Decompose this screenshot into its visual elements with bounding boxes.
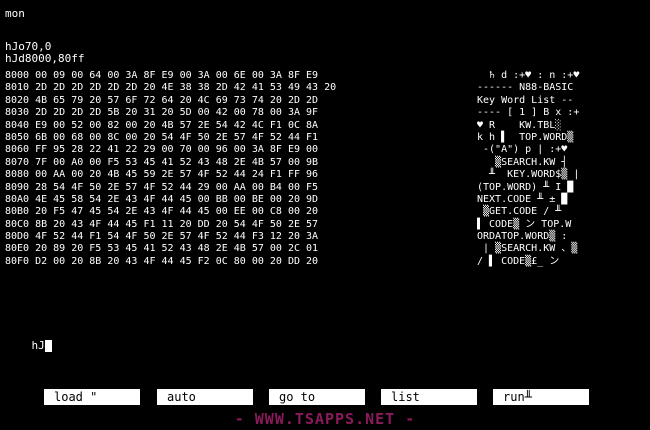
ascii-dump-row: / ▌ CODE▒£_ ン xyxy=(477,255,560,267)
hex-dump-row: 80B0 20 F5 47 45 54 2E 43 4F 44 45 00 EE… xyxy=(5,206,319,218)
prompt-line[interactable]: hJ xyxy=(5,328,52,364)
fkey-auto-button[interactable]: auto xyxy=(157,389,253,405)
ascii-dump-row: ---- [ 1 ] B x :+ xyxy=(477,107,580,119)
hex-dump-row: 8030 2D 2D 2D 2D 5B 20 31 20 5D 00 42 00… xyxy=(5,107,319,119)
hex-dump-row: 8090 28 54 4F 50 2E 57 4F 52 44 29 00 AA… xyxy=(5,181,319,193)
fkey-run-button[interactable]: run╨ xyxy=(493,389,589,405)
ascii-dump: ♄ d :+♥ : n :+♥ ------ N88-BASIC Key Word … xyxy=(477,70,607,268)
fkey-list-button[interactable]: list xyxy=(381,389,477,405)
command-mon: mon xyxy=(5,7,25,20)
fkey-load-button[interactable]: load " xyxy=(44,389,140,405)
hex-dump-row: 8020 4B 65 79 20 57 6F 72 64 20 4C 69 73… xyxy=(5,94,319,106)
hex-dump-row: 8080 00 AA 00 20 4B 45 59 2E 57 4F 52 44… xyxy=(5,169,319,181)
hex-dump-row: 8000 00 09 00 64 00 3A 8F E9 00 3A 00 6E… xyxy=(5,70,319,81)
ascii-dump-row: k h ▌ TOP.WORD▒ xyxy=(477,131,574,143)
ascii-dump-row: Key Word List -- xyxy=(477,94,574,106)
hex-dump-row: 8070 7F 00 A0 00 F5 53 45 41 52 43 48 2E… xyxy=(5,156,319,168)
hex-dump-row: 8060 FF 95 28 22 41 22 29 00 70 00 96 00… xyxy=(5,144,319,156)
fkey-goto-button[interactable]: go to xyxy=(269,389,365,405)
function-key-bar: load " auto go to list run╨ xyxy=(0,389,650,407)
hex-dump-row: 8010 2D 2D 2D 2D 2D 2D 20 4E 38 38 2D 42… xyxy=(5,82,337,94)
text-cursor xyxy=(44,340,52,352)
terminal-screen[interactable]: mon hJo70,0 hJd8000,80ff 8000 00 09 00 6… xyxy=(0,0,650,385)
hex-dump-row: 80D0 4F 52 44 F1 54 4F 50 2E 57 4F 52 44… xyxy=(5,231,319,243)
ascii-dump-row: ▒SEARCH.KW ┤ xyxy=(477,156,568,168)
ascii-dump-row: ╨ KEY.WORD$▒ | xyxy=(477,169,580,181)
ascii-dump-row: ♄ d :+♥ : n :+♥ xyxy=(477,70,580,81)
prompt-text: hJ xyxy=(31,339,45,352)
ascii-dump-row: ▌ CODE▒ ン TOP.W xyxy=(477,218,572,230)
hex-dump-row: 80C0 8B 20 43 4F 44 45 F1 11 20 DD 20 54… xyxy=(5,218,319,230)
ascii-dump-row: | ▒SEARCH.KW 、▒ xyxy=(477,243,578,255)
ascii-dump-row: ------ N88-BASIC xyxy=(477,82,574,94)
watermark: - WWW.TSAPPS.NET - xyxy=(234,410,416,428)
hex-dump-row: 8040 E9 00 52 00 82 00 20 4B 57 2E 54 42… xyxy=(5,119,319,131)
hex-dump-row: 8050 6B 00 68 00 8C 00 20 54 4F 50 2E 57… xyxy=(5,131,319,143)
ascii-dump-row: ♥ R KW.TBL░ xyxy=(477,119,562,131)
ascii-dump-row: -("A") p | :+♥ xyxy=(477,144,568,156)
hex-dump-row: 80E0 20 89 20 F5 53 45 41 52 43 48 2E 4B… xyxy=(5,243,319,255)
command-line-3: hJd8000,80ff xyxy=(5,52,85,65)
ascii-dump-row: ▒GET.CODE / ╨ xyxy=(477,206,562,218)
ascii-dump-row: (TOP.WORD) ╨ I █ xyxy=(477,181,574,193)
ascii-dump-row: NEXT.CODE ╨ ± █ xyxy=(477,193,568,205)
command-line-2: hJo70,0 xyxy=(5,40,52,53)
hex-dump-row: 80F0 D2 00 20 8B 20 43 4F 44 45 F2 0C 80… xyxy=(5,255,319,267)
ascii-dump-row: ORDATOP.WORD▒ : xyxy=(477,231,568,243)
hex-dump: 8000 00 09 00 64 00 3A 8F E9 00 3A 00 6E… xyxy=(5,70,425,268)
hex-dump-row: 80A0 4E 45 58 54 2E 43 4F 44 45 00 BB 00… xyxy=(5,193,319,205)
